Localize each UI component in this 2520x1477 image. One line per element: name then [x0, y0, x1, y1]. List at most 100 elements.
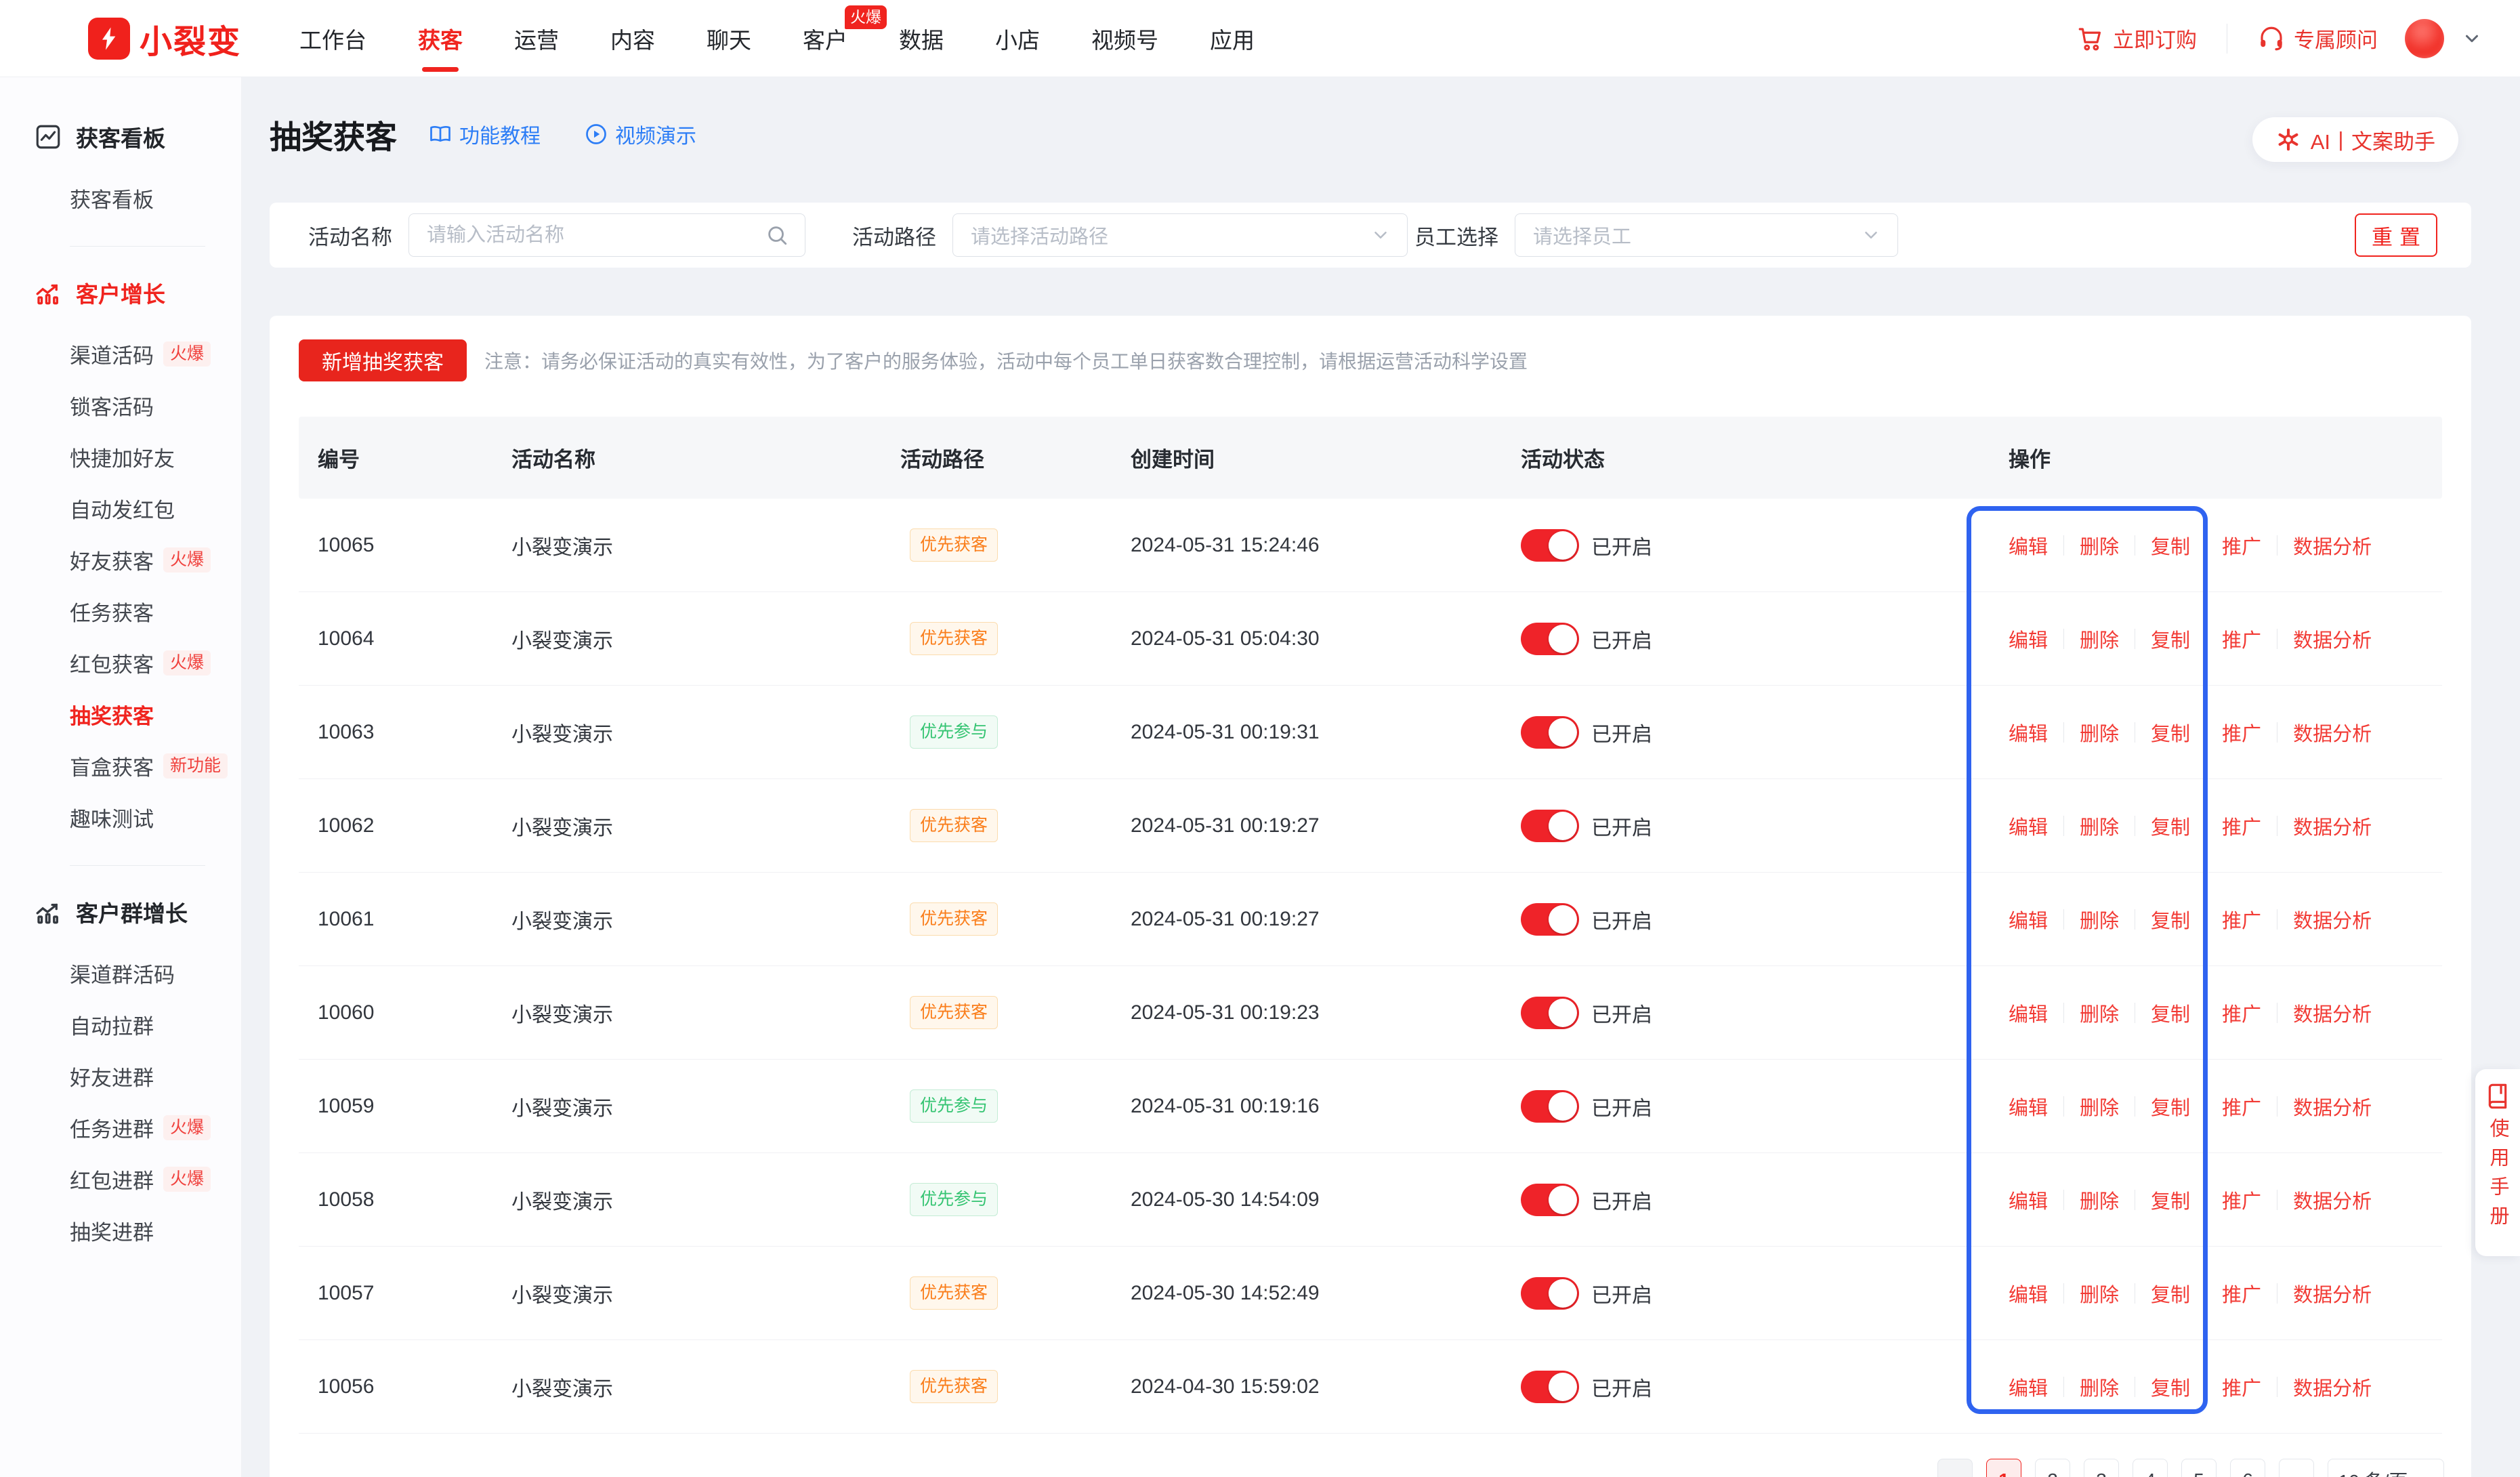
sidebar-item-friend-join-group[interactable]: 好友进群	[0, 1050, 241, 1102]
action-edit[interactable]: 编辑	[2009, 1279, 2048, 1308]
action-copy[interactable]: 复制	[2151, 718, 2190, 747]
account-chevron-down-icon[interactable]	[2462, 28, 2482, 49]
staff-select[interactable]: 请选择员工	[1515, 213, 1898, 257]
action-delete[interactable]: 删除	[2080, 718, 2119, 747]
app-logo[interactable]: 小裂变	[88, 15, 241, 62]
action-copy[interactable]: 复制	[2151, 1092, 2190, 1121]
action-delete[interactable]: 删除	[2080, 531, 2119, 560]
ai-copywriting-assistant-button[interactable]: AI丨文案助手	[2252, 117, 2458, 162]
pagination-page-5[interactable]: 5	[2181, 1459, 2217, 1477]
page-size-select[interactable]: 10 条/页	[2328, 1459, 2444, 1477]
action-promote[interactable]: 推广	[2222, 812, 2261, 840]
nav-item-workbench[interactable]: 工作台	[299, 0, 366, 77]
action-analytics[interactable]: 数据分析	[2293, 1279, 2372, 1308]
nav-item-content[interactable]: 内容	[610, 0, 655, 77]
sidebar-item-quick-add-friend[interactable]: 快捷加好友	[0, 431, 241, 482]
status-toggle[interactable]	[1521, 1184, 1579, 1216]
action-analytics[interactable]: 数据分析	[2293, 531, 2372, 560]
action-edit[interactable]: 编辑	[2009, 625, 2048, 653]
nav-item-shop[interactable]: 小店	[995, 0, 1040, 77]
nav-item-operation[interactable]: 运营	[514, 0, 559, 77]
pagination-prev-icon[interactable]: ‹	[1937, 1459, 1973, 1477]
action-delete[interactable]: 删除	[2080, 1186, 2119, 1214]
status-toggle[interactable]	[1521, 716, 1579, 749]
action-copy[interactable]: 复制	[2151, 905, 2190, 934]
status-toggle[interactable]	[1521, 903, 1579, 936]
pagination-page-1[interactable]: 1	[1986, 1459, 2021, 1477]
status-toggle[interactable]	[1521, 810, 1579, 842]
action-analytics[interactable]: 数据分析	[2293, 1092, 2372, 1121]
search-icon[interactable]	[765, 224, 789, 247]
action-edit[interactable]: 编辑	[2009, 812, 2048, 840]
sidebar-item-channel-code[interactable]: 渠道活码火爆	[0, 328, 241, 379]
sidebar-item-lottery-acquisition[interactable]: 抽奖获客	[0, 688, 241, 740]
sidebar-item-kanban-board[interactable]: 获客看板	[0, 172, 241, 224]
pagination-next-icon[interactable]: ›	[2279, 1459, 2314, 1477]
nav-item-acquisition[interactable]: 获客	[418, 0, 463, 77]
action-delete[interactable]: 删除	[2080, 1092, 2119, 1121]
action-promote[interactable]: 推广	[2222, 1186, 2261, 1214]
action-analytics[interactable]: 数据分析	[2293, 999, 2372, 1027]
action-analytics[interactable]: 数据分析	[2293, 1373, 2372, 1401]
status-toggle[interactable]	[1521, 1371, 1579, 1403]
nav-item-chat[interactable]: 聊天	[707, 0, 751, 77]
action-promote[interactable]: 推广	[2222, 531, 2261, 560]
action-promote[interactable]: 推广	[2222, 905, 2261, 934]
action-edit[interactable]: 编辑	[2009, 1373, 2048, 1401]
action-edit[interactable]: 编辑	[2009, 1092, 2048, 1121]
add-lottery-button[interactable]: 新增抽奖获客	[299, 339, 467, 381]
action-copy[interactable]: 复制	[2151, 812, 2190, 840]
action-edit[interactable]: 编辑	[2009, 905, 2048, 934]
action-edit[interactable]: 编辑	[2009, 718, 2048, 747]
pagination-page-2[interactable]: 2	[2035, 1459, 2070, 1477]
nav-item-apps[interactable]: 应用	[1210, 0, 1255, 77]
sidebar-item-task-acquisition[interactable]: 任务获客	[0, 585, 241, 637]
sidebar-item-lock-code[interactable]: 锁客活码	[0, 379, 241, 431]
action-promote[interactable]: 推广	[2222, 625, 2261, 653]
status-toggle[interactable]	[1521, 1277, 1579, 1310]
pagination-page-6[interactable]: 6	[2230, 1459, 2265, 1477]
action-edit[interactable]: 编辑	[2009, 531, 2048, 560]
status-toggle[interactable]	[1521, 1090, 1579, 1123]
sidebar-item-fun-test[interactable]: 趣味测试	[0, 791, 241, 843]
action-delete[interactable]: 删除	[2080, 812, 2119, 840]
user-avatar[interactable]	[2405, 19, 2444, 58]
sidebar-item-redpacket-acquisition[interactable]: 红包获客火爆	[0, 637, 241, 688]
activity-name-input[interactable]	[409, 224, 805, 247]
reset-button[interactable]: 重置	[2355, 213, 2437, 257]
action-analytics[interactable]: 数据分析	[2293, 812, 2372, 840]
action-delete[interactable]: 删除	[2080, 1279, 2119, 1308]
action-copy[interactable]: 复制	[2151, 1279, 2190, 1308]
action-promote[interactable]: 推广	[2222, 718, 2261, 747]
status-toggle[interactable]	[1521, 997, 1579, 1029]
sidebar-section-customer-growth[interactable]: 客户增长	[0, 271, 241, 314]
status-toggle[interactable]	[1521, 623, 1579, 655]
action-copy[interactable]: 复制	[2151, 1186, 2190, 1214]
action-delete[interactable]: 删除	[2080, 999, 2119, 1027]
status-toggle[interactable]	[1521, 529, 1579, 562]
order-now-button[interactable]: 立即订购	[2076, 23, 2197, 54]
action-copy[interactable]: 复制	[2151, 1373, 2190, 1401]
sidebar-item-friend-acquisition[interactable]: 好友获客火爆	[0, 534, 241, 585]
action-analytics[interactable]: 数据分析	[2293, 1186, 2372, 1214]
action-analytics[interactable]: 数据分析	[2293, 625, 2372, 653]
video-demo-link[interactable]: 视频演示	[584, 119, 696, 149]
action-analytics[interactable]: 数据分析	[2293, 905, 2372, 934]
action-delete[interactable]: 删除	[2080, 905, 2119, 934]
user-manual-tab[interactable]: 使用手册	[2475, 1069, 2520, 1256]
sidebar-item-auto-pull-group[interactable]: 自动拉群	[0, 999, 241, 1050]
sidebar-section-group-growth[interactable]: 客户群增长	[0, 890, 241, 934]
action-copy[interactable]: 复制	[2151, 999, 2190, 1027]
action-edit[interactable]: 编辑	[2009, 1186, 2048, 1214]
action-promote[interactable]: 推广	[2222, 1373, 2261, 1401]
pagination-page-4[interactable]: 4	[2133, 1459, 2168, 1477]
sidebar-item-lottery-join-group[interactable]: 抽奖进群	[0, 1205, 241, 1256]
sidebar-item-channel-group-code[interactable]: 渠道群活码	[0, 947, 241, 999]
tutorial-link[interactable]: 功能教程	[428, 119, 541, 149]
action-promote[interactable]: 推广	[2222, 1092, 2261, 1121]
sidebar-item-blindbox-acquisition[interactable]: 盲盒获客新功能	[0, 740, 241, 791]
nav-item-video-account[interactable]: 视频号	[1091, 0, 1158, 77]
action-copy[interactable]: 复制	[2151, 625, 2190, 653]
action-promote[interactable]: 推广	[2222, 999, 2261, 1027]
action-promote[interactable]: 推广	[2222, 1279, 2261, 1308]
